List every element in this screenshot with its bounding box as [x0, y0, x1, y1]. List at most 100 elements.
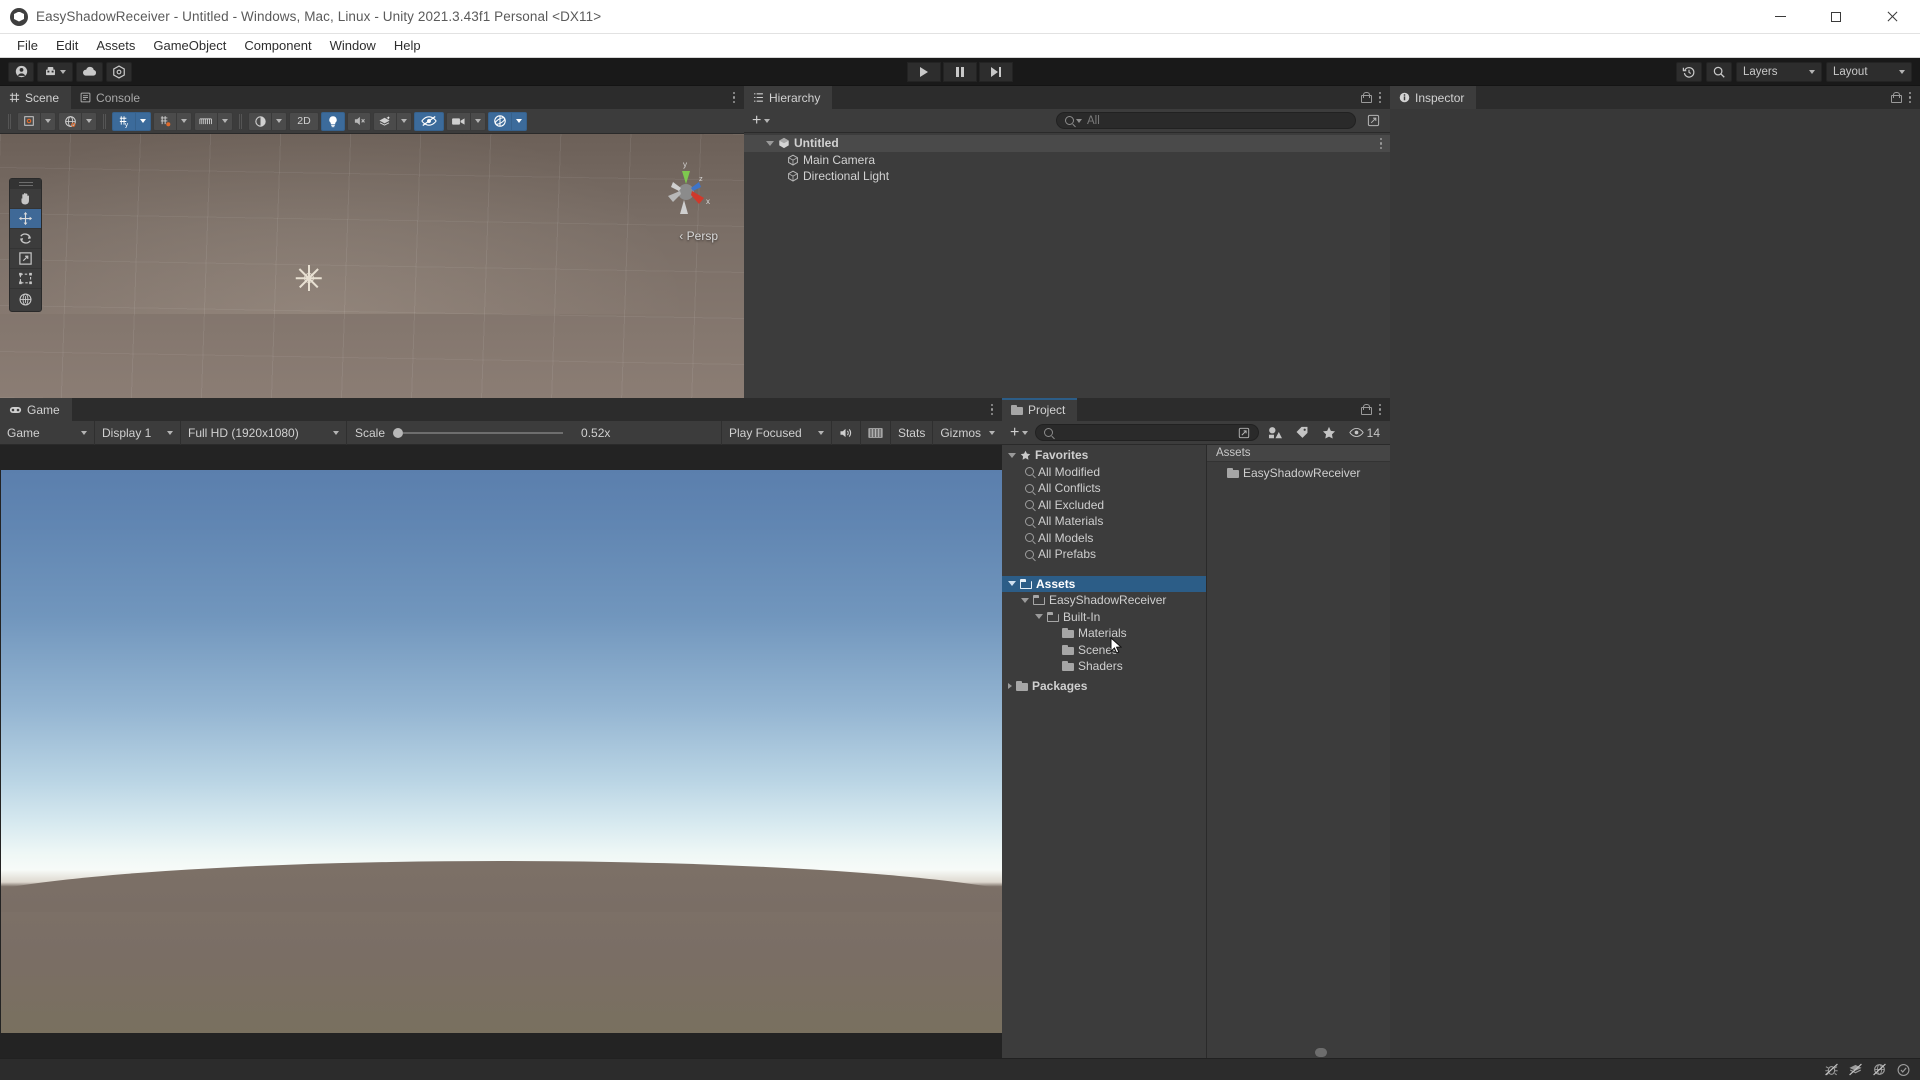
- hierarchy-row-untitled[interactable]: Untitled: [744, 135, 1390, 152]
- layout-dropdown[interactable]: Layout: [1826, 61, 1912, 82]
- hand-tool[interactable]: [10, 189, 41, 209]
- game-aspect-button[interactable]: [859, 420, 890, 445]
- services-button[interactable]: [106, 61, 132, 82]
- menu-item-assets[interactable]: Assets: [87, 36, 144, 55]
- project-row-scenes[interactable]: Scenes: [1002, 642, 1206, 659]
- scene-camera-control[interactable]: [446, 111, 486, 131]
- scale-slider-track[interactable]: [403, 431, 564, 434]
- menu-item-window[interactable]: Window: [321, 36, 385, 55]
- game-scale-slider[interactable]: [393, 427, 564, 438]
- game-display-dropdown[interactable]: Display 1: [95, 420, 181, 445]
- chevron-right-icon[interactable]: [1008, 682, 1012, 689]
- project-row-all-modified[interactable]: All Modified: [1002, 464, 1206, 481]
- close-button[interactable]: [1864, 0, 1920, 33]
- palette-grip[interactable]: [10, 179, 41, 189]
- menu-item-help[interactable]: Help: [385, 36, 430, 55]
- global-space-icon[interactable]: [58, 111, 82, 131]
- gizmos-dropdown[interactable]: [512, 111, 527, 131]
- menu-item-component[interactable]: Component: [235, 36, 320, 55]
- project-row-packages[interactable]: Packages: [1002, 678, 1206, 695]
- menu-item-edit[interactable]: Edit: [47, 36, 87, 55]
- scale-tool[interactable]: [10, 249, 41, 269]
- hierarchy-row-directional-light[interactable]: Directional Light: [744, 168, 1390, 185]
- grid-snap-control[interactable]: y: [112, 111, 151, 131]
- kebab-menu-icon[interactable]: [732, 91, 735, 104]
- draw-mode-control[interactable]: [248, 111, 287, 131]
- grid-snap-y-icon[interactable]: y: [112, 111, 136, 131]
- hierarchy-add-button[interactable]: +: [750, 112, 772, 129]
- preview-off-icon[interactable]: [1868, 1061, 1890, 1079]
- scene-fx-control[interactable]: [373, 111, 412, 131]
- collab-button[interactable]: [37, 61, 73, 82]
- tab-console[interactable]: Console: [71, 86, 153, 109]
- layers-off-icon[interactable]: [1844, 1061, 1866, 1079]
- pivot-mode-dropdown[interactable]: [41, 111, 56, 131]
- hierarchy-row-main-camera[interactable]: Main Camera: [744, 152, 1390, 169]
- project-row-all-conflicts[interactable]: All Conflicts: [1002, 480, 1206, 497]
- game-target-dropdown[interactable]: Game: [0, 420, 95, 445]
- account-button[interactable]: [8, 61, 34, 82]
- expand-search-icon[interactable]: [1238, 427, 1250, 439]
- transform-tool[interactable]: [10, 289, 41, 309]
- scene-camera-dropdown[interactable]: [471, 111, 486, 131]
- project-row-easyshadowreceiver[interactable]: EasyShadowReceiver: [1002, 592, 1206, 609]
- handle-space-control[interactable]: [58, 111, 97, 131]
- rect-tool[interactable]: [10, 269, 41, 289]
- project-row-materials[interactable]: Materials: [1002, 625, 1206, 642]
- hierarchy-tree[interactable]: Untitled Main Camera Directional Light: [744, 133, 1390, 398]
- layers-dropdown[interactable]: Layers: [1736, 61, 1822, 82]
- gizmos-icon[interactable]: [488, 111, 512, 131]
- chevron-down-icon[interactable]: [1035, 614, 1043, 620]
- handle-space-dropdown[interactable]: [82, 111, 97, 131]
- project-search-input[interactable]: [1035, 424, 1259, 441]
- tab-hierarchy[interactable]: Hierarchy: [744, 86, 833, 109]
- project-row-all-models[interactable]: All Models: [1002, 530, 1206, 547]
- project-row-all-excluded[interactable]: All Excluded: [1002, 497, 1206, 514]
- snap-increment-dropdown[interactable]: [218, 111, 233, 131]
- project-row-assets[interactable]: Assets: [1002, 575, 1206, 592]
- kebab-menu-icon[interactable]: [990, 403, 993, 416]
- play-button[interactable]: [907, 61, 941, 82]
- kebab-menu-icon[interactable]: [1378, 91, 1381, 104]
- scale-slider-knob[interactable]: [393, 427, 404, 438]
- debug-off-icon[interactable]: [1820, 1061, 1842, 1079]
- project-row-shaders[interactable]: Shaders: [1002, 658, 1206, 675]
- undo-history-button[interactable]: [1676, 61, 1702, 82]
- lock-icon[interactable]: [1360, 92, 1372, 103]
- menu-item-gameobject[interactable]: GameObject: [144, 36, 235, 55]
- project-asset-list[interactable]: Assets EasyShadowReceiver: [1207, 445, 1390, 1058]
- draw-mode-dropdown[interactable]: [272, 111, 287, 131]
- game-mute-button[interactable]: [830, 420, 860, 445]
- chevron-down-icon[interactable]: [1021, 597, 1029, 603]
- scene-viewport[interactable]: y x z ‹ Persp: [0, 134, 744, 398]
- lock-icon[interactable]: [1890, 92, 1902, 103]
- project-tree[interactable]: Favorites All Modified All Conflicts All…: [1002, 445, 1207, 1058]
- check-circle-icon[interactable]: [1892, 1061, 1914, 1079]
- tab-scene[interactable]: Scene: [0, 86, 72, 109]
- pause-button[interactable]: [943, 61, 977, 82]
- grid-snap-dropdown[interactable]: [136, 111, 151, 131]
- tab-project[interactable]: Project: [1002, 398, 1078, 421]
- tab-inspector[interactable]: Inspector: [1390, 86, 1477, 109]
- snap-increment-icon[interactable]: [194, 111, 218, 131]
- project-row-all-prefabs[interactable]: All Prefabs: [1002, 546, 1206, 563]
- minimize-button[interactable]: [1752, 0, 1808, 33]
- project-type-filter-button[interactable]: [1264, 424, 1286, 442]
- project-add-button[interactable]: +: [1008, 424, 1030, 441]
- project-row-favorites[interactable]: Favorites: [1002, 447, 1206, 464]
- scene-fx-icon[interactable]: [373, 111, 397, 131]
- grid-visibility-dropdown[interactable]: [177, 111, 192, 131]
- menu-item-file[interactable]: File: [8, 36, 47, 55]
- lock-icon[interactable]: [1360, 404, 1372, 415]
- hierarchy-expand-search-button[interactable]: [1362, 112, 1384, 130]
- project-list-item[interactable]: EasyShadowReceiver: [1207, 465, 1390, 482]
- kebab-menu-icon[interactable]: [1908, 91, 1911, 104]
- hierarchy-search-input[interactable]: All: [1056, 112, 1356, 129]
- scene-lighting-toggle[interactable]: [321, 111, 345, 131]
- step-button[interactable]: [979, 61, 1013, 82]
- project-visibility-button[interactable]: 14: [1345, 424, 1384, 442]
- grid-visibility-icon[interactable]: [153, 111, 177, 131]
- scene-perspective-label[interactable]: ‹ Persp: [679, 229, 718, 243]
- shaded-draw-mode-icon[interactable]: [248, 111, 272, 131]
- scene-camera-icon[interactable]: [446, 111, 471, 131]
